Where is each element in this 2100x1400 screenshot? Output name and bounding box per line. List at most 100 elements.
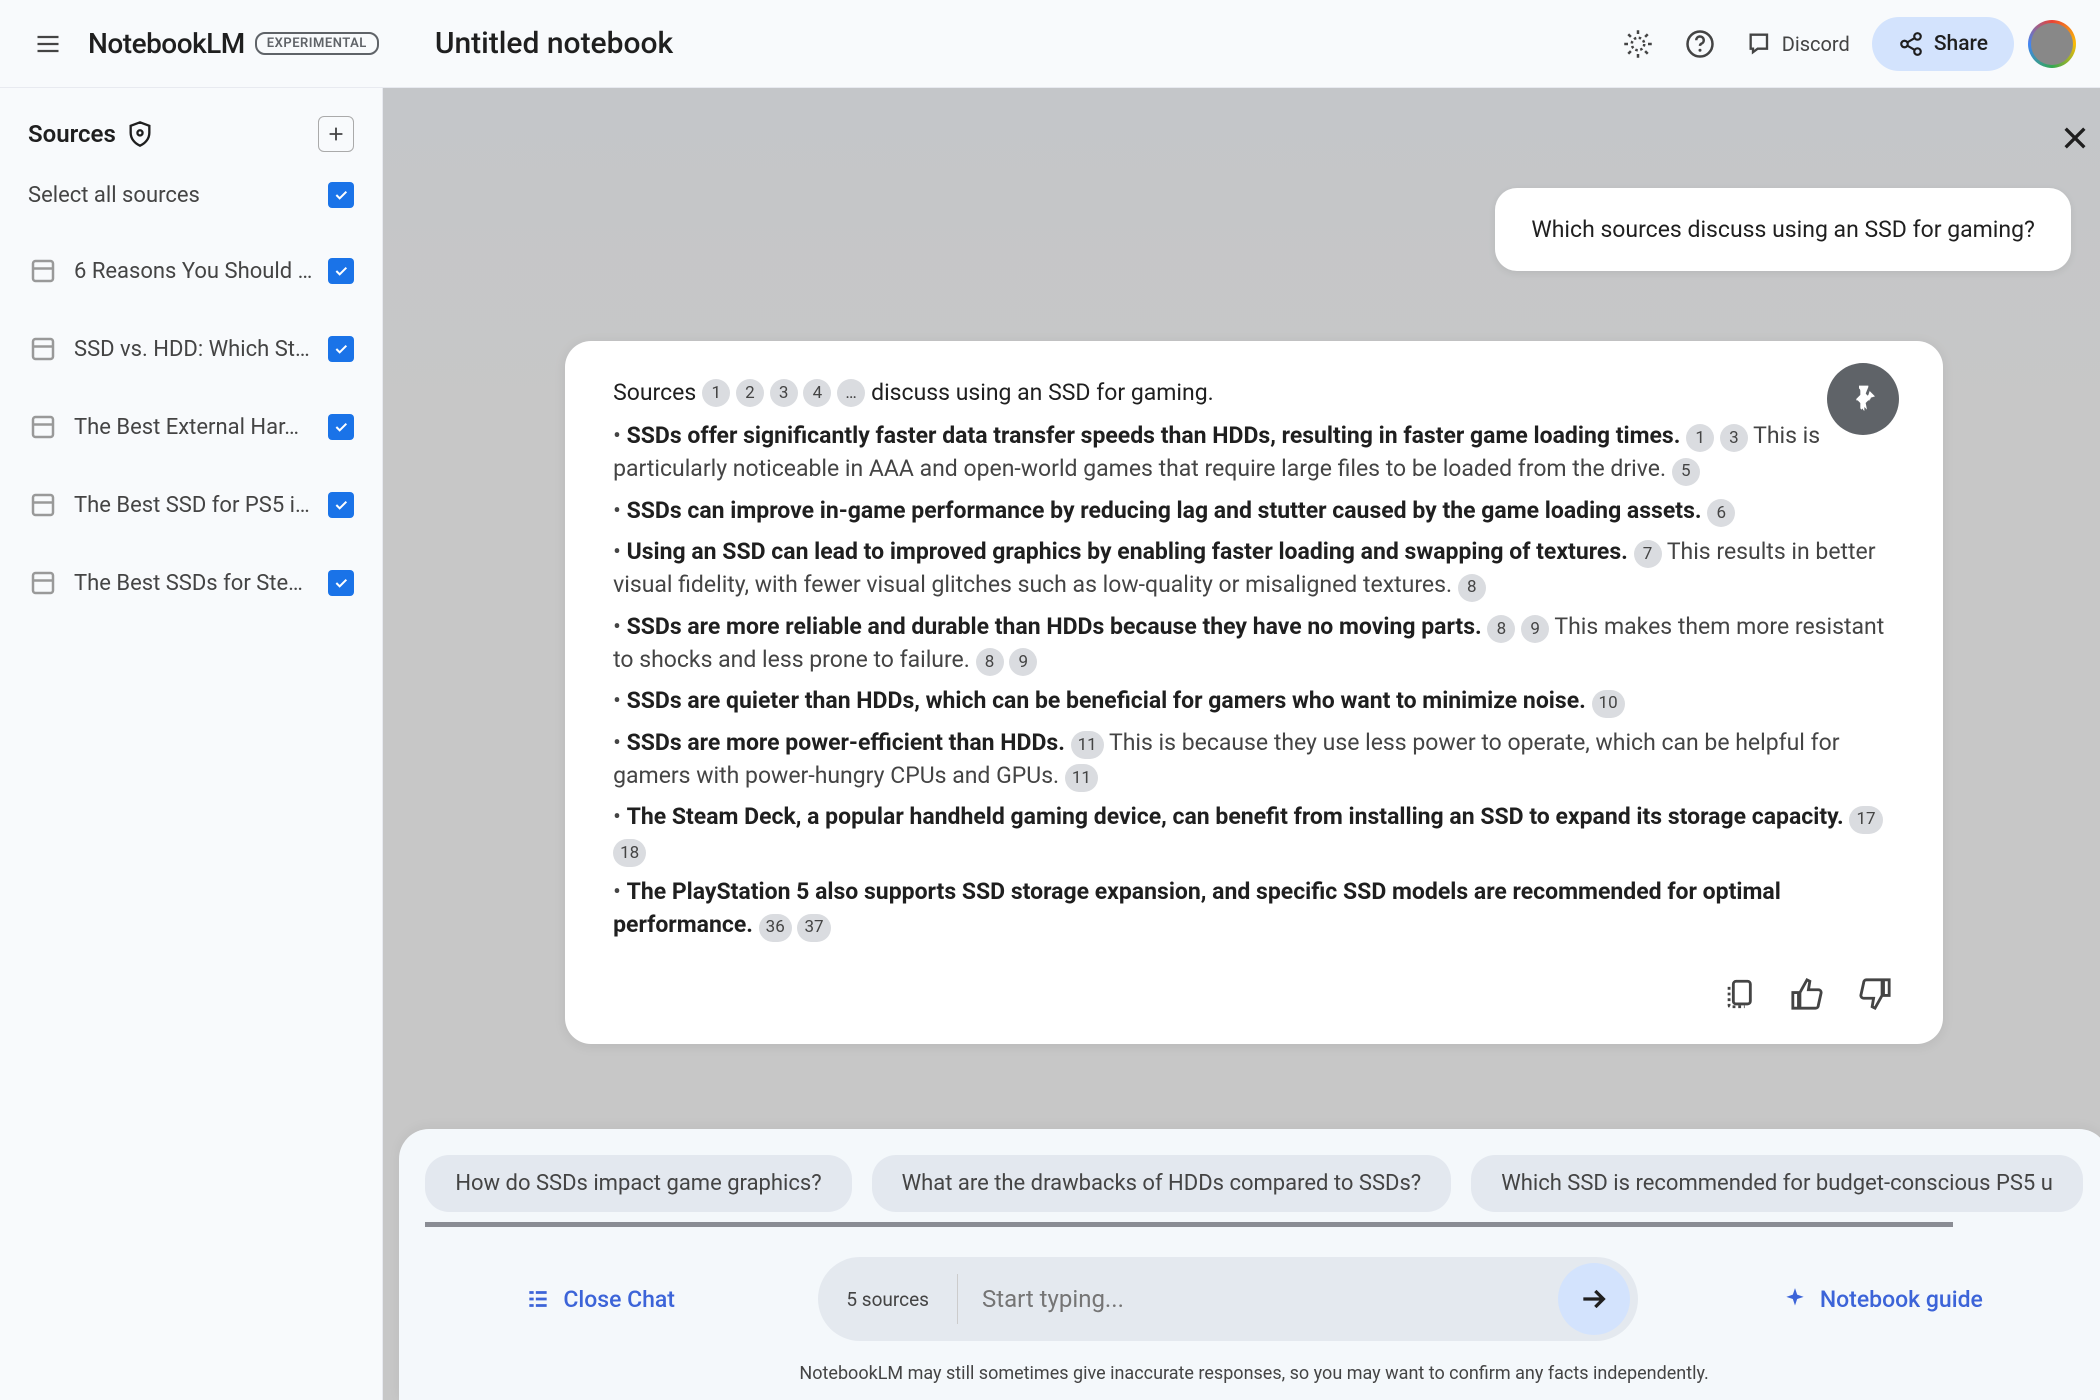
source-checkbox[interactable]: [328, 258, 354, 284]
citation-chip[interactable]: 37: [797, 914, 830, 942]
source-checkbox[interactable]: [328, 414, 354, 440]
source-row[interactable]: The Best SSDs for Ste…: [28, 544, 354, 622]
citation-chip[interactable]: 9: [1521, 615, 1549, 643]
answer-bullet: • The Steam Deck, a popular handheld gam…: [613, 800, 1895, 867]
citation-chip[interactable]: 8: [976, 648, 1004, 676]
document-icon: [28, 256, 58, 286]
source-name: The Best SSD for PS5 i…: [74, 493, 312, 518]
close-panel-button[interactable]: [2053, 116, 2097, 160]
sources-count[interactable]: 5 sources: [818, 1274, 958, 1324]
suggestions-scrollbar[interactable]: [425, 1222, 1953, 1227]
user-message-bubble: Which sources discuss using an SSD for g…: [1495, 188, 2071, 271]
check-icon: [333, 263, 349, 279]
citation-chip[interactable]: 11: [1071, 731, 1104, 759]
bottom-panel: How do SSDs impact game graphics? What ar…: [399, 1129, 2100, 1400]
answer-bullet: • Using an SSD can lead to improved grap…: [613, 535, 1895, 602]
pushpin-icon: [1847, 383, 1879, 415]
input-row: Close Chat 5 sources Notebook guide: [425, 1257, 2083, 1341]
help-button[interactable]: [1676, 20, 1724, 68]
check-icon: [333, 419, 349, 435]
answer-intro: Sources 1 2 3 4 … discuss using an SSD f…: [613, 377, 1895, 407]
sparkle-icon: [1782, 1286, 1808, 1312]
check-icon: [333, 187, 349, 203]
suggestion-chip[interactable]: Which SSD is recommended for budget-cons…: [1471, 1155, 2083, 1212]
citation-chip[interactable]: 3: [1720, 424, 1748, 452]
citation-chip[interactable]: 9: [1009, 648, 1037, 676]
discord-icon: [1746, 30, 1774, 58]
answer-bullet: • SSDs can improve in-game performance b…: [613, 494, 1895, 527]
thumbs-up-icon: [1790, 977, 1824, 1011]
citation-chip[interactable]: 18: [613, 839, 646, 867]
feedback-row: [613, 974, 1895, 1014]
chat-input[interactable]: [958, 1257, 1558, 1341]
check-icon: [333, 497, 349, 513]
help-icon: [1685, 29, 1715, 59]
thumbs-down-icon: [1858, 977, 1892, 1011]
copy-button[interactable]: [1719, 974, 1759, 1014]
suggestion-chip[interactable]: What are the drawbacks of HDDs compared …: [872, 1155, 1452, 1212]
source-checkbox[interactable]: [328, 336, 354, 362]
copy-icon: [1722, 977, 1756, 1011]
assistant-message-bubble: Sources 1 2 3 4 … discuss using an SSD f…: [565, 341, 1943, 1044]
source-checkbox[interactable]: [328, 570, 354, 596]
citation-chip[interactable]: 1: [1686, 424, 1714, 452]
topbar-actions: Discord Share: [1614, 17, 2076, 71]
pin-button[interactable]: [1827, 363, 1899, 435]
source-row[interactable]: The Best SSD for PS5 i…: [28, 466, 354, 544]
select-all-row[interactable]: Select all sources: [28, 172, 354, 232]
user-avatar[interactable]: [2028, 20, 2076, 68]
app-name: NotebookLM: [88, 27, 245, 60]
arrow-right-icon: [1578, 1283, 1610, 1315]
suggestion-chip[interactable]: How do SSDs impact game graphics?: [425, 1155, 851, 1212]
source-row[interactable]: 6 Reasons You Should …: [28, 232, 354, 310]
list-icon: [525, 1286, 551, 1312]
citation-chip[interactable]: 4: [803, 379, 831, 407]
citation-chip[interactable]: 17: [1849, 806, 1882, 834]
citation-chip[interactable]: 11: [1065, 764, 1098, 792]
source-name: 6 Reasons You Should …: [74, 259, 312, 284]
citation-chip[interactable]: 10: [1592, 690, 1625, 718]
source-row[interactable]: SSD vs. HDD: Which St…: [28, 310, 354, 388]
sources-heading: Sources: [28, 120, 154, 148]
chat-input-pill: 5 sources: [818, 1257, 1638, 1341]
close-chat-button[interactable]: Close Chat: [525, 1286, 675, 1313]
close-chat-label: Close Chat: [563, 1286, 675, 1313]
citation-chip[interactable]: 5: [1672, 458, 1700, 486]
answer-bullet: • SSDs offer significantly faster data t…: [613, 419, 1895, 486]
share-button[interactable]: Share: [1872, 17, 2014, 71]
share-icon: [1898, 31, 1924, 57]
discord-link[interactable]: Discord: [1738, 24, 1858, 64]
shield-icon: [126, 120, 154, 148]
source-name: The Best SSDs for Ste…: [74, 571, 312, 596]
citation-chip[interactable]: 8: [1487, 615, 1515, 643]
citation-chip[interactable]: 7: [1634, 540, 1662, 568]
select-all-checkbox[interactable]: [328, 182, 354, 208]
citation-chip[interactable]: 6: [1707, 499, 1735, 527]
thumbs-up-button[interactable]: [1787, 974, 1827, 1014]
citation-chip[interactable]: 2: [736, 379, 764, 407]
citation-chip[interactable]: …: [837, 379, 865, 407]
sun-icon: [1623, 29, 1653, 59]
settings-button[interactable]: [1614, 20, 1662, 68]
answer-bullet: • SSDs are quieter than HDDs, which can …: [613, 684, 1895, 717]
source-row[interactable]: The Best External Har…: [28, 388, 354, 466]
citation-chip[interactable]: 1: [702, 379, 730, 407]
hamburger-menu-button[interactable]: [24, 20, 72, 68]
answer-bullet: • The PlayStation 5 also supports SSD st…: [613, 875, 1895, 942]
intro-prefix: Sources: [613, 379, 696, 406]
plus-icon: [325, 123, 347, 145]
select-all-label: Select all sources: [28, 183, 200, 208]
answer-bullet: • SSDs are more power-efficient than HDD…: [613, 726, 1895, 793]
source-checkbox[interactable]: [328, 492, 354, 518]
thumbs-down-button[interactable]: [1855, 974, 1895, 1014]
send-button[interactable]: [1558, 1263, 1630, 1335]
notebook-guide-button[interactable]: Notebook guide: [1782, 1286, 1983, 1313]
answer-bullet: • SSDs are more reliable and durable tha…: [613, 610, 1895, 677]
sources-heading-text: Sources: [28, 120, 116, 148]
citation-chip[interactable]: 36: [759, 914, 792, 942]
citation-chip[interactable]: 3: [770, 379, 798, 407]
add-source-button[interactable]: [318, 116, 354, 152]
citation-chip[interactable]: 8: [1458, 574, 1486, 602]
notebook-title[interactable]: Untitled notebook: [435, 26, 673, 61]
sidebar: Sources Select all sources 6 Reasons You…: [0, 88, 383, 1400]
